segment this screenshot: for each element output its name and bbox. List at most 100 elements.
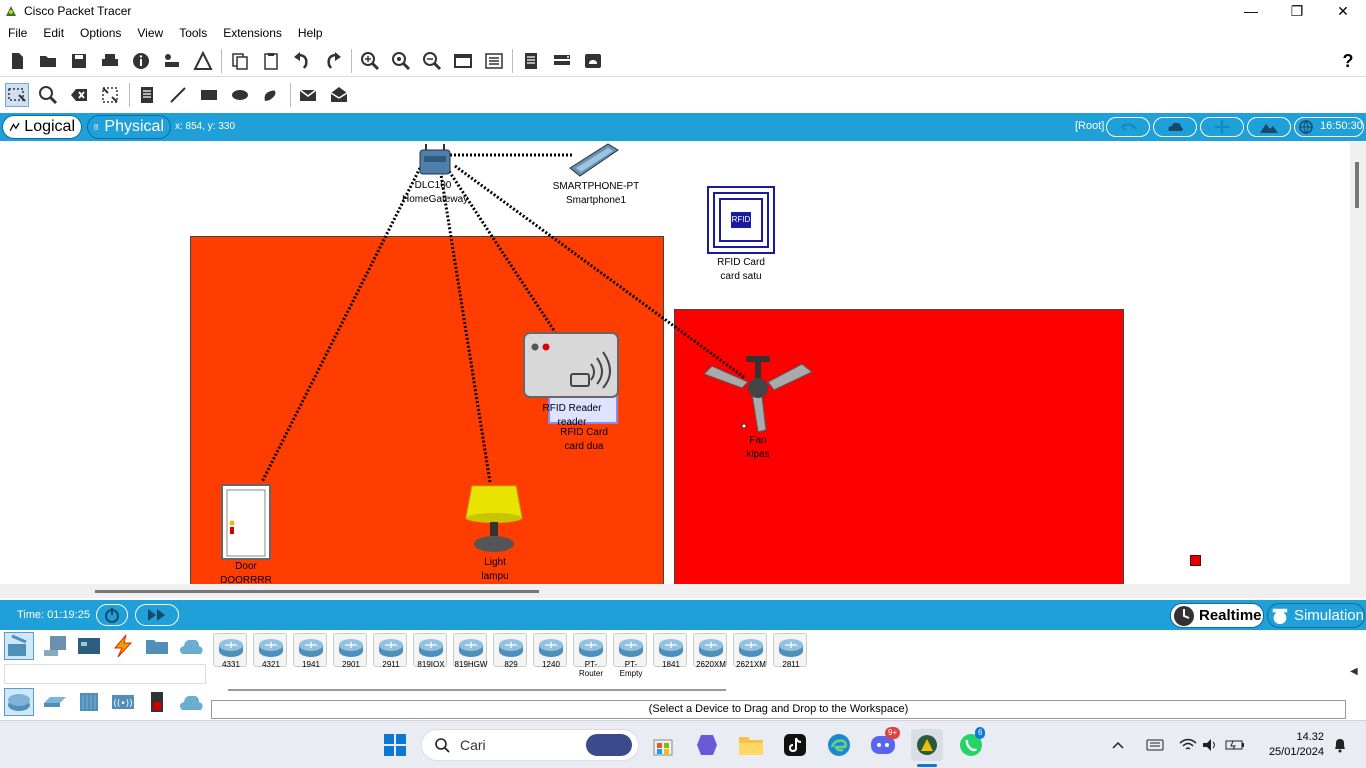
simulation-mode-button[interactable]: Simulation [1267, 603, 1365, 628]
device-tile-1941[interactable]: 1941 [293, 633, 327, 669]
tray-clock[interactable]: 14.32 25/01/2024 [1262, 730, 1324, 760]
network-wizard-icon[interactable] [160, 49, 184, 73]
delete-icon[interactable] [67, 83, 91, 107]
tray-wifi[interactable] [1176, 729, 1200, 761]
ellipse-icon[interactable] [228, 83, 252, 107]
move-object-button[interactable] [1200, 117, 1244, 137]
tray-notifications[interactable] [1330, 729, 1350, 761]
taskbar-packet-tracer[interactable] [911, 729, 943, 761]
root-breadcrumb[interactable]: [Root] [1075, 120, 1104, 132]
drawing-palette-icon[interactable] [451, 49, 475, 73]
save-icon[interactable] [67, 49, 91, 73]
subcategory-wireless[interactable]: ((•)) [108, 688, 138, 716]
device-tile-1240[interactable]: 1240 [533, 633, 567, 669]
menu-extensions[interactable]: Extensions [215, 26, 290, 40]
taskbar-file-explorer[interactable] [735, 729, 767, 761]
power-cycle-button[interactable] [96, 604, 128, 626]
device-tile-819iox[interactable]: 819IOX [413, 633, 447, 669]
category-connections[interactable] [108, 632, 138, 660]
rfid-reader-icon[interactable] [523, 332, 619, 398]
viewport-icon[interactable] [550, 49, 574, 73]
ipc-icon[interactable] [519, 49, 543, 73]
new-cluster-button[interactable] [1153, 117, 1197, 137]
category-end-devices[interactable] [40, 632, 70, 660]
custom-devices-icon[interactable] [482, 49, 506, 73]
menu-edit[interactable]: Edit [35, 26, 72, 40]
home-gateway-icon[interactable] [418, 142, 454, 178]
door-icon[interactable] [221, 484, 271, 560]
line-icon[interactable] [166, 83, 190, 107]
freeform-icon[interactable] [259, 83, 283, 107]
lamp-icon[interactable] [464, 482, 524, 554]
open-folder-icon[interactable] [36, 49, 60, 73]
device-tile-819hgw[interactable]: 819HGW [453, 633, 487, 669]
logical-workspace[interactable]: DLC100 HomeGateway SMARTPHONE-PT Smartph… [0, 142, 1366, 598]
palette-scroll-thumb[interactable] [228, 689, 726, 691]
activity-wizard-icon[interactable] [191, 49, 215, 73]
smartphone-icon[interactable] [568, 142, 622, 180]
device-tile-pt-empty[interactable]: PT-Empty [613, 633, 647, 678]
tab-logical[interactable]: Logical [2, 115, 82, 139]
copy-icon[interactable] [228, 49, 252, 73]
device-tile-4331[interactable]: 4331 [213, 633, 247, 669]
menu-help[interactable]: Help [290, 26, 331, 40]
device-tile-2621xm[interactable]: 2621XM [733, 633, 767, 669]
device-tile-1841[interactable]: 1841 [653, 633, 687, 669]
vertical-scroll-thumb[interactable] [1355, 162, 1359, 208]
workspace-horizontal-scrollbar[interactable] [0, 584, 1350, 598]
subcategory-wan-emulation[interactable] [176, 688, 206, 716]
paste-icon[interactable] [259, 49, 283, 73]
subcategory-switches[interactable] [40, 688, 70, 716]
category-miscellaneous[interactable] [142, 632, 172, 660]
taskbar-edge[interactable] [823, 729, 855, 761]
red-marker[interactable] [1190, 555, 1201, 566]
fast-forward-button[interactable] [135, 604, 179, 626]
subcategory-routers[interactable] [4, 688, 34, 716]
undo-icon[interactable] [290, 49, 314, 73]
taskbar-store[interactable] [647, 729, 679, 761]
print-icon[interactable] [98, 49, 122, 73]
device-tile-2811[interactable]: 2811 [773, 633, 807, 669]
taskbar-discord[interactable]: 9+ [867, 727, 901, 761]
category-network-devices[interactable] [4, 632, 34, 660]
redo-icon[interactable] [321, 49, 345, 73]
taskbar-tiktok[interactable] [779, 729, 811, 761]
add-simple-pdu-icon[interactable] [296, 83, 320, 107]
ceiling-fan-icon[interactable] [702, 354, 814, 434]
add-complex-pdu-icon[interactable] [327, 83, 351, 107]
workspace-vertical-scrollbar[interactable] [1350, 142, 1366, 598]
taskbar-whatsapp[interactable]: 6 [955, 727, 987, 761]
category-multiuser[interactable] [176, 632, 206, 660]
tray-volume[interactable] [1200, 729, 1220, 761]
note-icon[interactable] [135, 83, 159, 107]
tray-battery[interactable] [1224, 729, 1246, 761]
info-icon[interactable] [129, 49, 153, 73]
tray-keyboard[interactable] [1143, 729, 1167, 761]
taskbar-copilot[interactable] [691, 729, 723, 761]
inspect-icon[interactable] [36, 83, 60, 107]
subcategory-security[interactable] [142, 688, 172, 716]
select-icon[interactable] [5, 83, 29, 107]
palette-collapse-arrow[interactable]: ◀ [1350, 666, 1358, 677]
tray-overflow-button[interactable] [1108, 729, 1128, 761]
device-tile-pt-router[interactable]: PT-Router [573, 633, 607, 678]
zoom-out-icon[interactable] [420, 49, 444, 73]
back-button[interactable] [1106, 117, 1150, 137]
set-background-button[interactable] [1247, 117, 1291, 137]
realtime-mode-button[interactable]: Realtime [1170, 603, 1264, 628]
device-tile-2911[interactable]: 2911 [373, 633, 407, 669]
horizontal-scroll-thumb[interactable] [95, 590, 539, 593]
resize-icon[interactable] [98, 83, 122, 107]
menu-view[interactable]: View [129, 26, 171, 40]
close-button[interactable]: ✕ [1320, 0, 1366, 22]
menu-options[interactable]: Options [72, 26, 129, 40]
cloud-icon[interactable] [581, 49, 605, 73]
menu-file[interactable]: File [0, 26, 35, 40]
device-tile-2901[interactable]: 2901 [333, 633, 367, 669]
tab-physical[interactable]: Physical [87, 115, 171, 139]
device-tile-2620xm[interactable]: 2620XM [693, 633, 727, 669]
category-components[interactable] [74, 632, 104, 660]
start-button[interactable] [379, 729, 411, 761]
maximize-button[interactable]: ❐ [1274, 0, 1320, 22]
help-icon[interactable]: ? [1336, 49, 1360, 73]
